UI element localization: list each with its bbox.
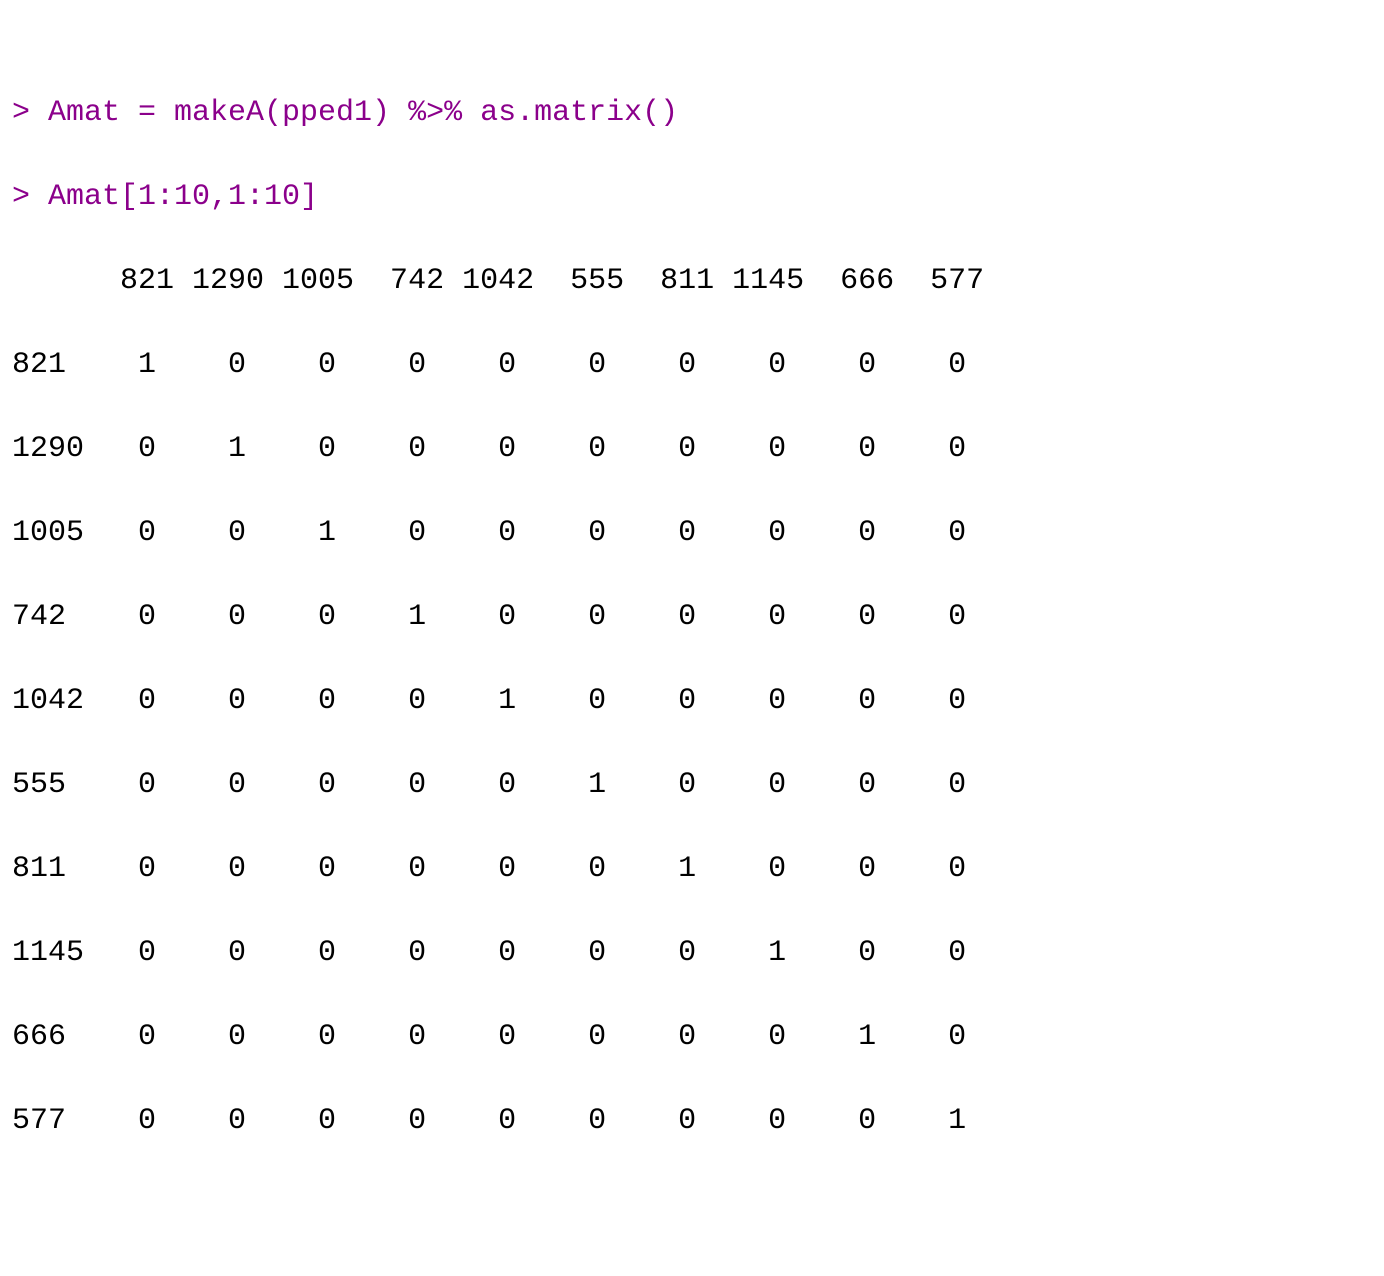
r-console-input-line-2: > Amat[1:10,1:10] <box>12 180 318 214</box>
matrix-column-header: 821 1290 1005 742 1042 555 811 1145 666 … <box>12 264 984 298</box>
matrix-row: 1145 0 0 0 0 0 0 0 1 0 0 <box>12 936 966 970</box>
r-console-input-line-1: > Amat = makeA(pped1) %>% as.matrix() <box>12 96 678 130</box>
matrix-row: 1005 0 0 1 0 0 0 0 0 0 0 <box>12 516 966 550</box>
matrix-row: 1290 0 1 0 0 0 0 0 0 0 0 <box>12 432 966 466</box>
matrix-row: 742 0 0 0 1 0 0 0 0 0 0 <box>12 600 966 634</box>
matrix-row: 811 0 0 0 0 0 0 1 0 0 0 <box>12 852 966 886</box>
matrix-row: 666 0 0 0 0 0 0 0 0 1 0 <box>12 1020 966 1054</box>
matrix-row: 821 1 0 0 0 0 0 0 0 0 0 <box>12 348 966 382</box>
matrix-row: 1042 0 0 0 0 1 0 0 0 0 0 <box>12 684 966 718</box>
matrix-row: 577 0 0 0 0 0 0 0 0 0 1 <box>12 1104 966 1138</box>
matrix-row: 555 0 0 0 0 0 1 0 0 0 0 <box>12 768 966 802</box>
